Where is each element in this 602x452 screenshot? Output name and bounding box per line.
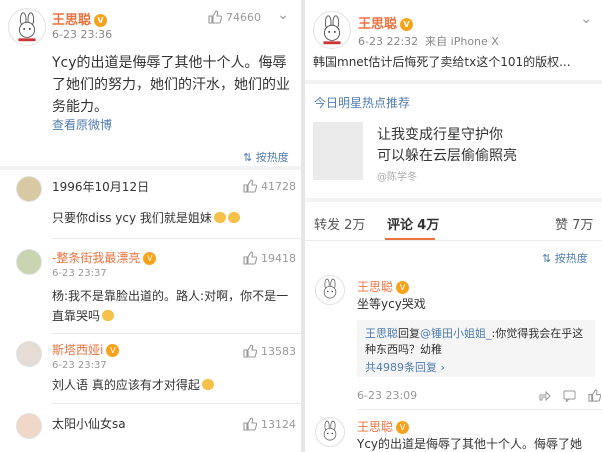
post-time: 6-23 23:36 [52, 28, 113, 41]
comment-like-button[interactable]: 13583 [243, 344, 296, 358]
avatar[interactable] [8, 8, 46, 46]
thumbs-up-icon [208, 10, 222, 24]
sort-by-hot-button[interactable]: ⇅ 按热度 [243, 149, 289, 165]
comment-like-button[interactable]: 41728 [243, 179, 296, 193]
post-like-button[interactable]: 74660 [208, 10, 261, 24]
post-meta: 6-23 22:32 来自 iPhone X [358, 35, 499, 48]
post-like-count: 74660 [226, 10, 261, 24]
divider [305, 240, 602, 241]
recommend-card[interactable]: 让我变成行星守护你 可以躲在云层偷偷照亮 @陈学冬 [313, 116, 595, 186]
comment-author-name[interactable]: 王思聪 V [357, 418, 410, 435]
thumbs-up-icon [243, 251, 257, 265]
comment-text: 只要你diss ycy 我们就是姐妹 [52, 208, 292, 228]
comment-text: Ycy的出道是侮辱了其他十个人。侮辱了她 [357, 437, 583, 451]
left-screenshot-panel: 王思聪 V 6-23 23:36 74660 ⌄ Ycy的出道是侮辱了其他十个人。… [0, 0, 301, 452]
thumbs-up-icon [243, 417, 257, 431]
comment-author-name[interactable]: 1996年10月12日 [52, 178, 149, 195]
comment-author-name[interactable]: 王思聪 V [357, 278, 410, 295]
reply-count-link[interactable]: 共4989条回复 › [365, 359, 445, 375]
comment-like-count: 41728 [261, 179, 296, 193]
reply-line-2: 种东西吗？幼稚 [365, 343, 442, 356]
divider [52, 238, 301, 239]
comment-icon[interactable] [563, 389, 576, 402]
comment-time: 6-23 23:37 [52, 268, 107, 279]
thumbs-up-icon[interactable] [588, 389, 601, 402]
post-text: 韩国mnet估计后悔死了卖给tx这个101的版权... [313, 55, 571, 69]
comment-author-name[interactable]: 太阳小仙女sa [52, 415, 126, 432]
rabbit-avatar-icon [323, 420, 337, 441]
thumbs-up-icon [243, 179, 257, 193]
comment-actions [538, 389, 601, 402]
comment-time: 6-23 23:09 [357, 389, 418, 402]
avatar[interactable] [315, 417, 345, 447]
tab-like[interactable]: 赞 7万 [555, 214, 593, 233]
tab-comment[interactable]: 评论 4万 [387, 214, 439, 233]
sort-by-hot-button[interactable]: ⇅ 按热度 [542, 250, 588, 266]
comment-author-name[interactable]: -整条街我最漂亮 V [52, 249, 157, 266]
comment-text: 杨:我不是靠脸出道的。路人:对啊，你不是一直靠哭吗 [52, 289, 289, 323]
divider [52, 333, 301, 334]
reply-line-1: 王思聪回复@锤田小姐姐_:你觉得我会在乎这 [365, 327, 584, 340]
comment-text: 坐等ycy哭戏 [357, 297, 426, 311]
recommend-thumbnail [313, 122, 363, 180]
divider [357, 409, 602, 410]
post-text: Ycy的出道是侮辱了其他十个人。侮辱了她们的努力，她们的汗水，她们的业务能力。 [52, 55, 290, 115]
divider [52, 403, 301, 404]
verified-badge-icon: V [94, 14, 108, 27]
comment-text: 刘人语 真的应该有才对得起 [52, 375, 292, 395]
recommend-title: 今日明星热点推荐 [314, 96, 411, 110]
rabbit-avatar-icon [323, 15, 341, 45]
divider [0, 166, 301, 170]
tab-bar: 转发 2万 评论 4万 赞 7万 [305, 206, 602, 240]
verified-badge-icon: V [400, 18, 414, 31]
avatar[interactable] [16, 249, 42, 275]
emoji-icon [102, 310, 115, 321]
verified-badge-icon: V [143, 252, 157, 265]
view-original-link[interactable]: 查看原微博 [52, 116, 112, 133]
thumbs-up-icon [243, 344, 257, 358]
comment-like-button[interactable]: 19418 [243, 251, 296, 265]
post-author-name[interactable]: 王思聪 V [52, 9, 108, 28]
comment-author-name[interactable]: 斯塔西娅i V [52, 341, 120, 358]
divider [305, 80, 602, 84]
divider [305, 198, 602, 202]
avatar[interactable] [16, 341, 42, 367]
reply-preview-box[interactable]: 王思聪回复@锤田小姐姐_:你觉得我会在乎这 种东西吗？幼稚 共4989条回复 › [357, 320, 595, 377]
verified-badge-icon: V [396, 421, 410, 434]
verified-badge-icon: V [396, 281, 410, 294]
recommend-line-1: 让我变成行星守护你 [377, 127, 503, 143]
emoji-icon [213, 212, 226, 223]
emoji-icon [227, 212, 240, 223]
avatar[interactable] [16, 176, 42, 202]
comment-time: 6-23 23:37 [52, 360, 107, 371]
comment-like-count: 13124 [261, 417, 296, 431]
rabbit-avatar-icon [323, 278, 337, 299]
comment-like-count: 13583 [261, 344, 296, 358]
avatar[interactable] [16, 413, 42, 439]
avatar[interactable] [313, 11, 351, 49]
emoji-icon [201, 379, 214, 390]
right-screenshot-panel: 王思聪 V 6-23 22:32 来自 iPhone X ⌄ 韩国mnet估计后悔… [305, 0, 602, 452]
comment-like-button[interactable]: 13124 [243, 417, 296, 431]
chevron-down-icon[interactable]: ⌄ [580, 11, 592, 27]
post-author-name[interactable]: 王思聪 V [358, 13, 414, 32]
comment-like-count: 19418 [261, 251, 296, 265]
verified-badge-icon: V [106, 344, 120, 357]
rabbit-avatar-icon [18, 12, 36, 42]
recommend-line-2: 可以躲在云层偷偷照亮 [377, 148, 517, 164]
avatar[interactable] [315, 275, 345, 305]
chevron-down-icon[interactable]: ⌄ [277, 7, 289, 23]
share-icon[interactable] [538, 389, 551, 402]
recommend-author: @陈学冬 [377, 172, 417, 183]
tab-repost[interactable]: 转发 2万 [314, 214, 365, 233]
